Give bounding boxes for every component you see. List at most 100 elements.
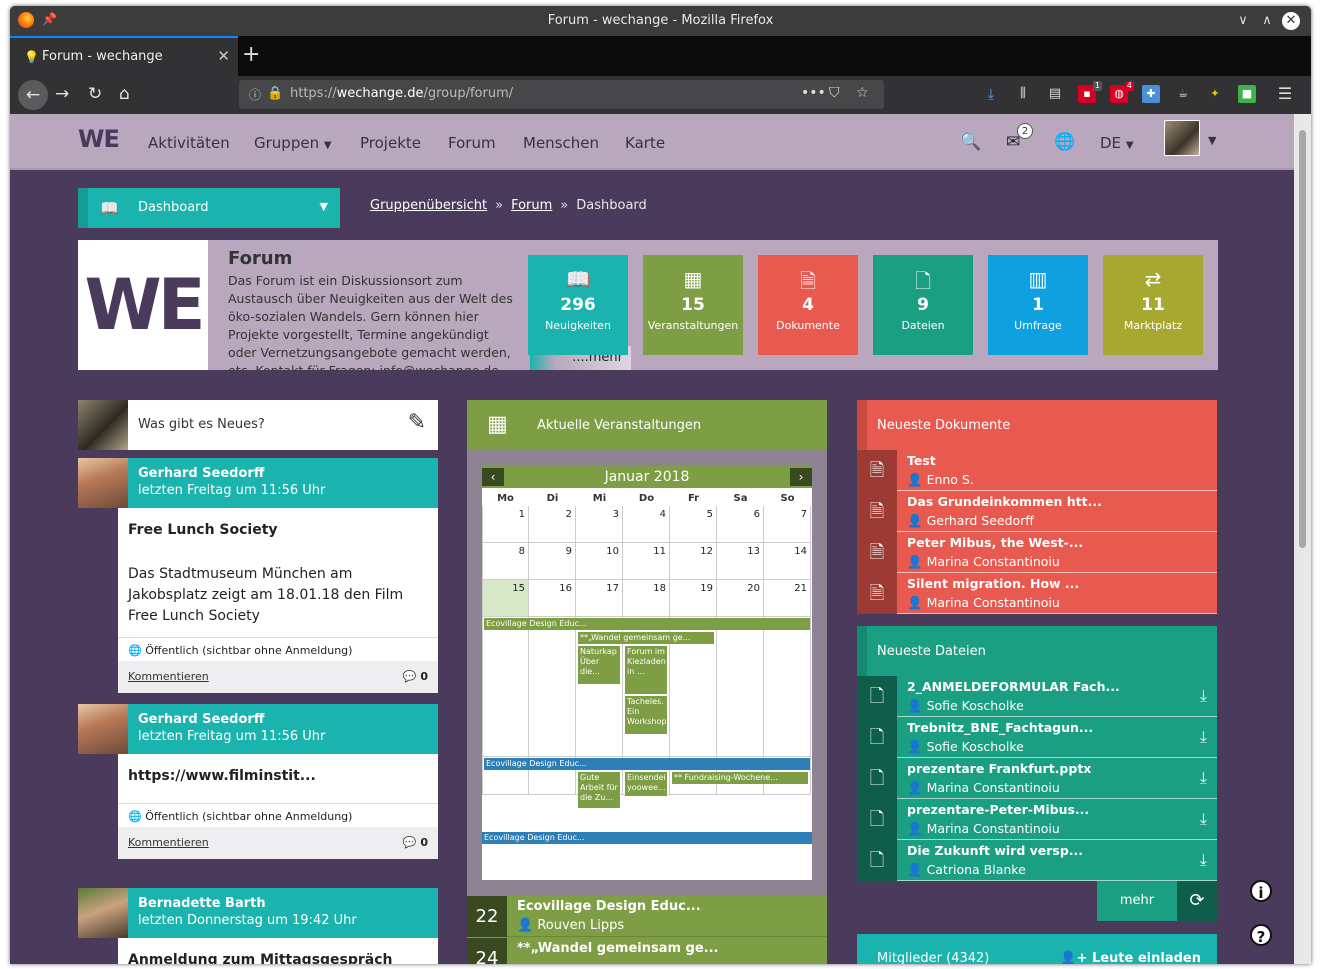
calendar-day[interactable]: 20 [717,580,764,617]
post-title[interactable]: Anmeldung zum Mittagsgespräch [128,952,393,964]
calendar-event[interactable]: Tacheles. Ein Workshop [625,696,667,734]
search-icon[interactable]: 🔍 [960,132,981,152]
sidebar-icon[interactable]: ▤ [1046,85,1064,103]
calendar-event[interactable]: Einsendei yoowee... [625,772,667,796]
menu-menschen[interactable]: Menschen [523,134,599,152]
language-select[interactable]: DE ▼ [1100,134,1134,152]
new-tab-icon[interactable]: + [242,42,260,67]
calendar-day[interactable]: 2 [529,506,576,543]
user-menu-caret-icon[interactable]: ▼ [1208,134,1216,147]
file-item[interactable]: 🗋 2_ANMELDEFORMULAR Fach... 👤 Sofie Koscho… [857,676,1217,717]
calendar-event[interactable]: Forum im Kiezladen in ... [625,646,667,694]
calendar-day[interactable]: 5 [670,506,717,543]
document-item[interactable]: 🗎 Silent migration. How ... 👤 Marina Const… [857,573,1217,614]
calendar-day[interactable]: 27 [717,617,764,757]
calendar-day[interactable]: 21 [764,580,811,617]
breadcrumb-groups[interactable]: Gruppenübersicht [370,198,487,213]
calendar-event[interactable]: Ecovillage Design Educ... [484,758,810,770]
menu-forum[interactable]: Forum [448,134,496,152]
calendar-day[interactable]: 11 [623,543,670,580]
file-item[interactable]: 🗋 prezentare-Peter-Mibus... 👤 Marina Const… [857,799,1217,840]
reload-icon[interactable]: ↻ [88,84,102,104]
calendar-day[interactable]: 12 [670,543,717,580]
menu-karte[interactable]: Karte [625,134,665,152]
minimize-icon[interactable]: ∨ [1234,12,1252,30]
breadcrumb-forum[interactable]: Forum [511,198,552,213]
bookmark-star-icon[interactable]: ☆ [856,85,869,101]
pocket-icon[interactable]: ⛉ [829,85,840,101]
calendar-day[interactable]: 15 [482,580,529,617]
calendar-day[interactable]: 23 [529,617,576,757]
new-post-box[interactable]: Was gibt es Neues? ✎ [78,400,438,450]
calendar-day[interactable]: 17 [576,580,623,617]
comment-count[interactable]: 💬 0 [403,670,428,683]
library-icon[interactable]: ⫼ [1014,85,1032,103]
extension-green-icon[interactable]: ■ [1238,85,1256,103]
post-author[interactable]: Gerhard Seedorff [138,712,264,727]
calendar-day[interactable]: 6 [717,506,764,543]
back-icon[interactable]: ← [18,80,48,110]
forward-icon[interactable]: → [55,84,69,104]
calendar-day[interactable]: 8 [482,543,529,580]
calendar-day[interactable]: 1 [482,506,529,543]
stat-tile-neuigkeiten[interactable]: 📖 296 Neuigkeiten [528,255,628,355]
stat-tile-dateien[interactable]: 🗋 9 Dateien [873,255,973,355]
post-author[interactable]: Bernadette Barth [138,896,266,911]
prev-month-button[interactable]: ‹ [482,468,504,486]
author-avatar[interactable] [78,458,128,508]
calendar-day[interactable]: 7 [764,506,811,543]
calendar-day[interactable]: 9 [529,543,576,580]
extension-red-icon[interactable]: ▪ 1 [1078,81,1102,103]
user-avatar[interactable] [1164,120,1200,156]
url-text[interactable]: https://wechange.de/group/forum/ [290,86,513,101]
extension-ublock-icon[interactable]: ◍ 4 [1110,81,1134,103]
author-avatar[interactable] [78,704,128,754]
menu-gruppen[interactable]: Gruppen ▼ [254,134,332,152]
comment-link[interactable]: Kommentieren [128,670,209,683]
document-item[interactable]: 🗎 Peter Mibus, the West-... 👤 Marina Const… [857,532,1217,573]
stat-tile-veranstaltungen[interactable]: ▦ 15 Veranstaltungen [643,255,743,355]
download-icon[interactable]: ⤓ [1200,850,1207,870]
hamburger-menu-icon[interactable]: ☰ [1276,85,1294,103]
event-list-item[interactable]: 24 **„Wandel gemeinsam ge... [467,938,827,964]
menu-aktivitaeten[interactable]: Aktivitäten [148,134,230,152]
calendar-day[interactable]: 13 [717,543,764,580]
site-info-icon[interactable]: ⓘ [249,86,261,103]
calendar-day[interactable]: 4 [623,506,670,543]
calendar-day[interactable]: 3 [576,506,623,543]
close-window-icon[interactable]: ✕ [1282,12,1300,30]
page-actions-icon[interactable]: ••• [801,85,826,101]
home-icon[interactable]: ⌂ [119,84,130,104]
calendar-event[interactable]: Naturkap Über die... [578,646,620,684]
pencil-icon[interactable]: ✎ [408,410,426,435]
site-logo[interactable]: WE [78,125,120,153]
help-icon[interactable]: ? [1250,924,1272,946]
invite-button[interactable]: 👤+ Leute einladen [1060,951,1201,964]
calendar-event[interactable]: Gute Arbeit für die Zu... [578,772,620,808]
download-icon[interactable]: ⤓ [1200,727,1207,747]
post-title[interactable]: https://www.filminstit... [128,768,316,784]
calendar-day[interactable]: 28 [764,617,811,757]
stat-tile-dokumente[interactable]: 🗎 4 Dokumente [758,255,858,355]
calendar-day[interactable]: 10 [576,543,623,580]
post-author[interactable]: Gerhard Seedorff [138,466,264,481]
post-title[interactable]: Free Lunch Society [128,522,278,538]
dashboard-dropdown[interactable]: 📖 Dashboard ▼ [78,188,340,228]
menu-projekte[interactable]: Projekte [360,134,421,152]
stat-tile-umfrage[interactable]: ▥ 1 Umfrage [988,255,1088,355]
download-icon[interactable]: ⤓ [1200,809,1207,829]
extension-puzzle-icon[interactable]: ✦ [1206,85,1224,103]
extension-blue-icon[interactable]: ✚ [1142,85,1160,103]
calendar-day[interactable]: 16 [529,580,576,617]
next-month-button[interactable]: › [790,468,812,486]
file-item[interactable]: 🗋 prezentare Frankfurt.pptx 👤 Marina Const… [857,758,1217,799]
calendar-event[interactable]: **„Wandel gemeinsam ge... [578,632,714,644]
calendar-event[interactable]: Ecovillage Design Educ... [482,832,812,844]
download-icon[interactable]: ⤓ [982,85,1000,103]
close-tab-icon[interactable]: ✕ [217,47,230,65]
scrollbar-thumb[interactable] [1299,130,1306,548]
document-item[interactable]: 🗎 Test 👤 Enno S. [857,450,1217,491]
file-item[interactable]: 🗋 Die Zukunft wird versp... 👤 Catriona Bla… [857,840,1217,881]
download-icon[interactable]: ⤓ [1200,686,1207,706]
refresh-icon[interactable]: ⟳ [1177,881,1217,921]
